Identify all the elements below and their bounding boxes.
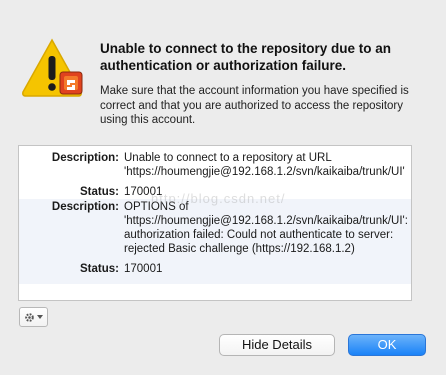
detail-key: Description: <box>51 152 119 164</box>
detail-value: 170001 <box>124 263 163 275</box>
detail-value: OPTIONS of 'https://houmengjie@192.168.1… <box>124 201 408 255</box>
detail-row: Status: 170001 <box>19 185 411 199</box>
hide-details-button[interactable]: Hide Details <box>219 334 335 356</box>
ok-button[interactable]: OK <box>348 334 426 356</box>
details-list[interactable]: Description: Unable to connect to a repo… <box>18 145 412 301</box>
detail-row: Description: OPTIONS of 'https://houmeng… <box>19 199 411 262</box>
detail-value: 170001 <box>124 186 163 198</box>
detail-row: Description: Unable to connect to a repo… <box>19 151 411 179</box>
dialog-title: Unable to connect to the repository due … <box>100 41 392 73</box>
warning-triangle-icon <box>22 38 83 97</box>
dialog-message: Make sure that the account information y… <box>100 85 409 126</box>
app-badge-icon <box>59 71 83 95</box>
detail-value: Unable to connect to a repository at URL… <box>124 152 405 178</box>
gear-icon <box>25 312 34 322</box>
chevron-down-icon <box>37 315 43 319</box>
error-dialog: Unable to connect to the repository due … <box>0 0 446 375</box>
detail-key: Description: <box>51 201 119 213</box>
action-menu-button[interactable] <box>19 307 48 327</box>
detail-row: Status: 170001 <box>19 262 411 284</box>
detail-key: Status: <box>80 263 119 275</box>
detail-key: Status: <box>80 186 119 198</box>
